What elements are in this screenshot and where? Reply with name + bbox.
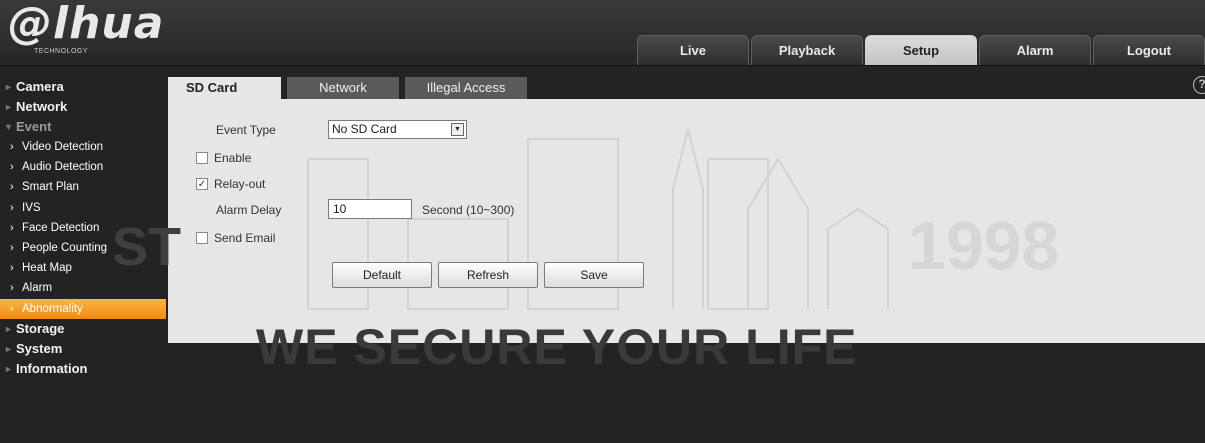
nav-tab-alarm[interactable]: Alarm (979, 35, 1091, 65)
chevron-right-icon: › (10, 262, 14, 275)
nav-tab-setup[interactable]: Setup (865, 35, 977, 65)
top-header: @lhua TECHNOLOGY Live Playback Setup Ala… (0, 0, 1205, 66)
sidebar: ► Camera ► Network ▼ Event › Video Detection… (0, 77, 166, 443)
sidebar-item-video-detection[interactable]: › Video Detection (0, 137, 166, 157)
main-nav: Live Playback Setup Alarm Logout (635, 35, 1205, 65)
sidebar-section-label: System (16, 340, 63, 356)
sidebar-item-heat-map[interactable]: › Heat Map (0, 258, 166, 278)
relay-out-checkbox[interactable]: ✓ (196, 178, 208, 190)
sidebar-section-event[interactable]: ▼ Event (0, 117, 166, 137)
caret-right-icon: ► (4, 323, 13, 334)
relay-out-row: ✓ Relay-out (196, 173, 265, 195)
sidebar-item-label: Heat Map (22, 262, 72, 275)
send-email-label: Send Email (214, 231, 276, 245)
nav-tab-playback[interactable]: Playback (751, 35, 863, 65)
sidebar-item-label: IVS (22, 201, 41, 214)
tab-network[interactable]: Network (287, 77, 399, 99)
sidebar-item-label: Video Detection (22, 141, 103, 153)
chevron-right-icon: › (10, 201, 14, 214)
sidebar-item-label: Smart Plan (22, 181, 79, 194)
tab-illegal-access[interactable]: Illegal Access (405, 77, 527, 99)
send-email-checkbox[interactable] (196, 232, 208, 244)
chevron-right-icon: › (10, 141, 14, 153)
enable-checkbox[interactable] (196, 152, 208, 164)
help-icon[interactable]: ? (1193, 76, 1205, 94)
caret-right-icon: ► (4, 82, 13, 92)
sidebar-item-alarm[interactable]: › Alarm (0, 278, 166, 298)
caret-down-icon: ▼ (4, 122, 13, 132)
sidebar-section-label: Event (16, 119, 52, 134)
caret-right-icon: ► (4, 102, 13, 112)
enable-row: Enable (196, 147, 251, 169)
enable-label: Enable (214, 151, 252, 165)
sidebar-section-system[interactable]: ► System (0, 339, 166, 359)
logo-text: @lhua (8, 0, 165, 49)
sidebar-item-label: Abnormality (22, 302, 83, 315)
caret-right-icon: ► (4, 343, 13, 354)
event-type-value: No SD Card (332, 122, 397, 136)
subtab-bar: SD Card Network Illegal Access (168, 77, 533, 99)
chevron-right-icon: › (10, 302, 14, 315)
alarm-delay-unit-row: Second (10~300) (422, 199, 514, 221)
event-type-row: Event Type (216, 119, 276, 141)
sidebar-item-abnormality[interactable]: › Abnormality (0, 298, 166, 319)
sidebar-section-camera[interactable]: ► Camera (0, 77, 166, 97)
sidebar-section-label: Network (16, 99, 68, 114)
alarm-delay-input[interactable]: 10 (328, 199, 412, 219)
sidebar-section-information[interactable]: ► Information (0, 359, 166, 379)
chevron-right-icon: › (10, 221, 14, 234)
relay-out-label: Relay-out (214, 177, 266, 191)
refresh-button[interactable]: Refresh (438, 262, 538, 288)
sidebar-item-audio-detection[interactable]: › Audio Detection (0, 157, 166, 177)
nav-tab-live[interactable]: Live (637, 35, 749, 65)
sidebar-section-storage[interactable]: ► Storage (0, 319, 166, 339)
sidebar-item-ivs[interactable]: › IVS (0, 198, 166, 218)
alarm-delay-label: Alarm Delay (216, 203, 282, 217)
save-button[interactable]: Save (544, 262, 644, 288)
tab-sd-card[interactable]: SD Card (168, 77, 281, 99)
sidebar-item-label: People Counting (22, 241, 108, 254)
watermark-year: 1998 (908, 208, 1059, 284)
alarm-delay-unit: Second (10~300) (422, 203, 515, 217)
logo-tagline: TECHNOLOGY (34, 48, 89, 55)
chevron-right-icon: › (10, 181, 14, 194)
sidebar-item-face-detection[interactable]: › Face Detection (0, 218, 166, 238)
send-email-row: Send Email (196, 227, 275, 249)
sidebar-section-label: Information (16, 360, 88, 376)
sidebar-item-label: Face Detection (22, 221, 100, 234)
alarm-delay-row: Alarm Delay (216, 199, 281, 221)
chevron-right-icon: › (10, 282, 14, 295)
default-button[interactable]: Default (332, 262, 432, 288)
sidebar-item-people-counting[interactable]: › People Counting (0, 238, 166, 258)
nav-tab-logout[interactable]: Logout (1093, 35, 1205, 65)
event-type-select[interactable]: No SD Card ▼ (328, 120, 467, 139)
chevron-right-icon: › (10, 161, 14, 174)
chevron-right-icon: › (10, 241, 14, 254)
sidebar-section-label: Camera (16, 79, 64, 94)
watermark-graphic: 1998 (307, 128, 1059, 310)
sidebar-item-label: Alarm (22, 282, 53, 295)
caret-right-icon: ► (4, 363, 13, 374)
sidebar-section-network[interactable]: ► Network (0, 97, 166, 117)
sidebar-section-label: Storage (16, 320, 65, 336)
dropdown-arrow-icon: ▼ (451, 123, 464, 136)
settings-panel: 1998 Event Type No SD Card ▼ Enable ✓ Re… (168, 99, 1205, 343)
event-type-label: Event Type (216, 123, 276, 137)
sidebar-item-label: Audio Detection (22, 161, 104, 174)
sidebar-item-smart-plan[interactable]: › Smart Plan (0, 177, 166, 197)
brand-logo: @lhua TECHNOLOGY (8, 0, 168, 60)
